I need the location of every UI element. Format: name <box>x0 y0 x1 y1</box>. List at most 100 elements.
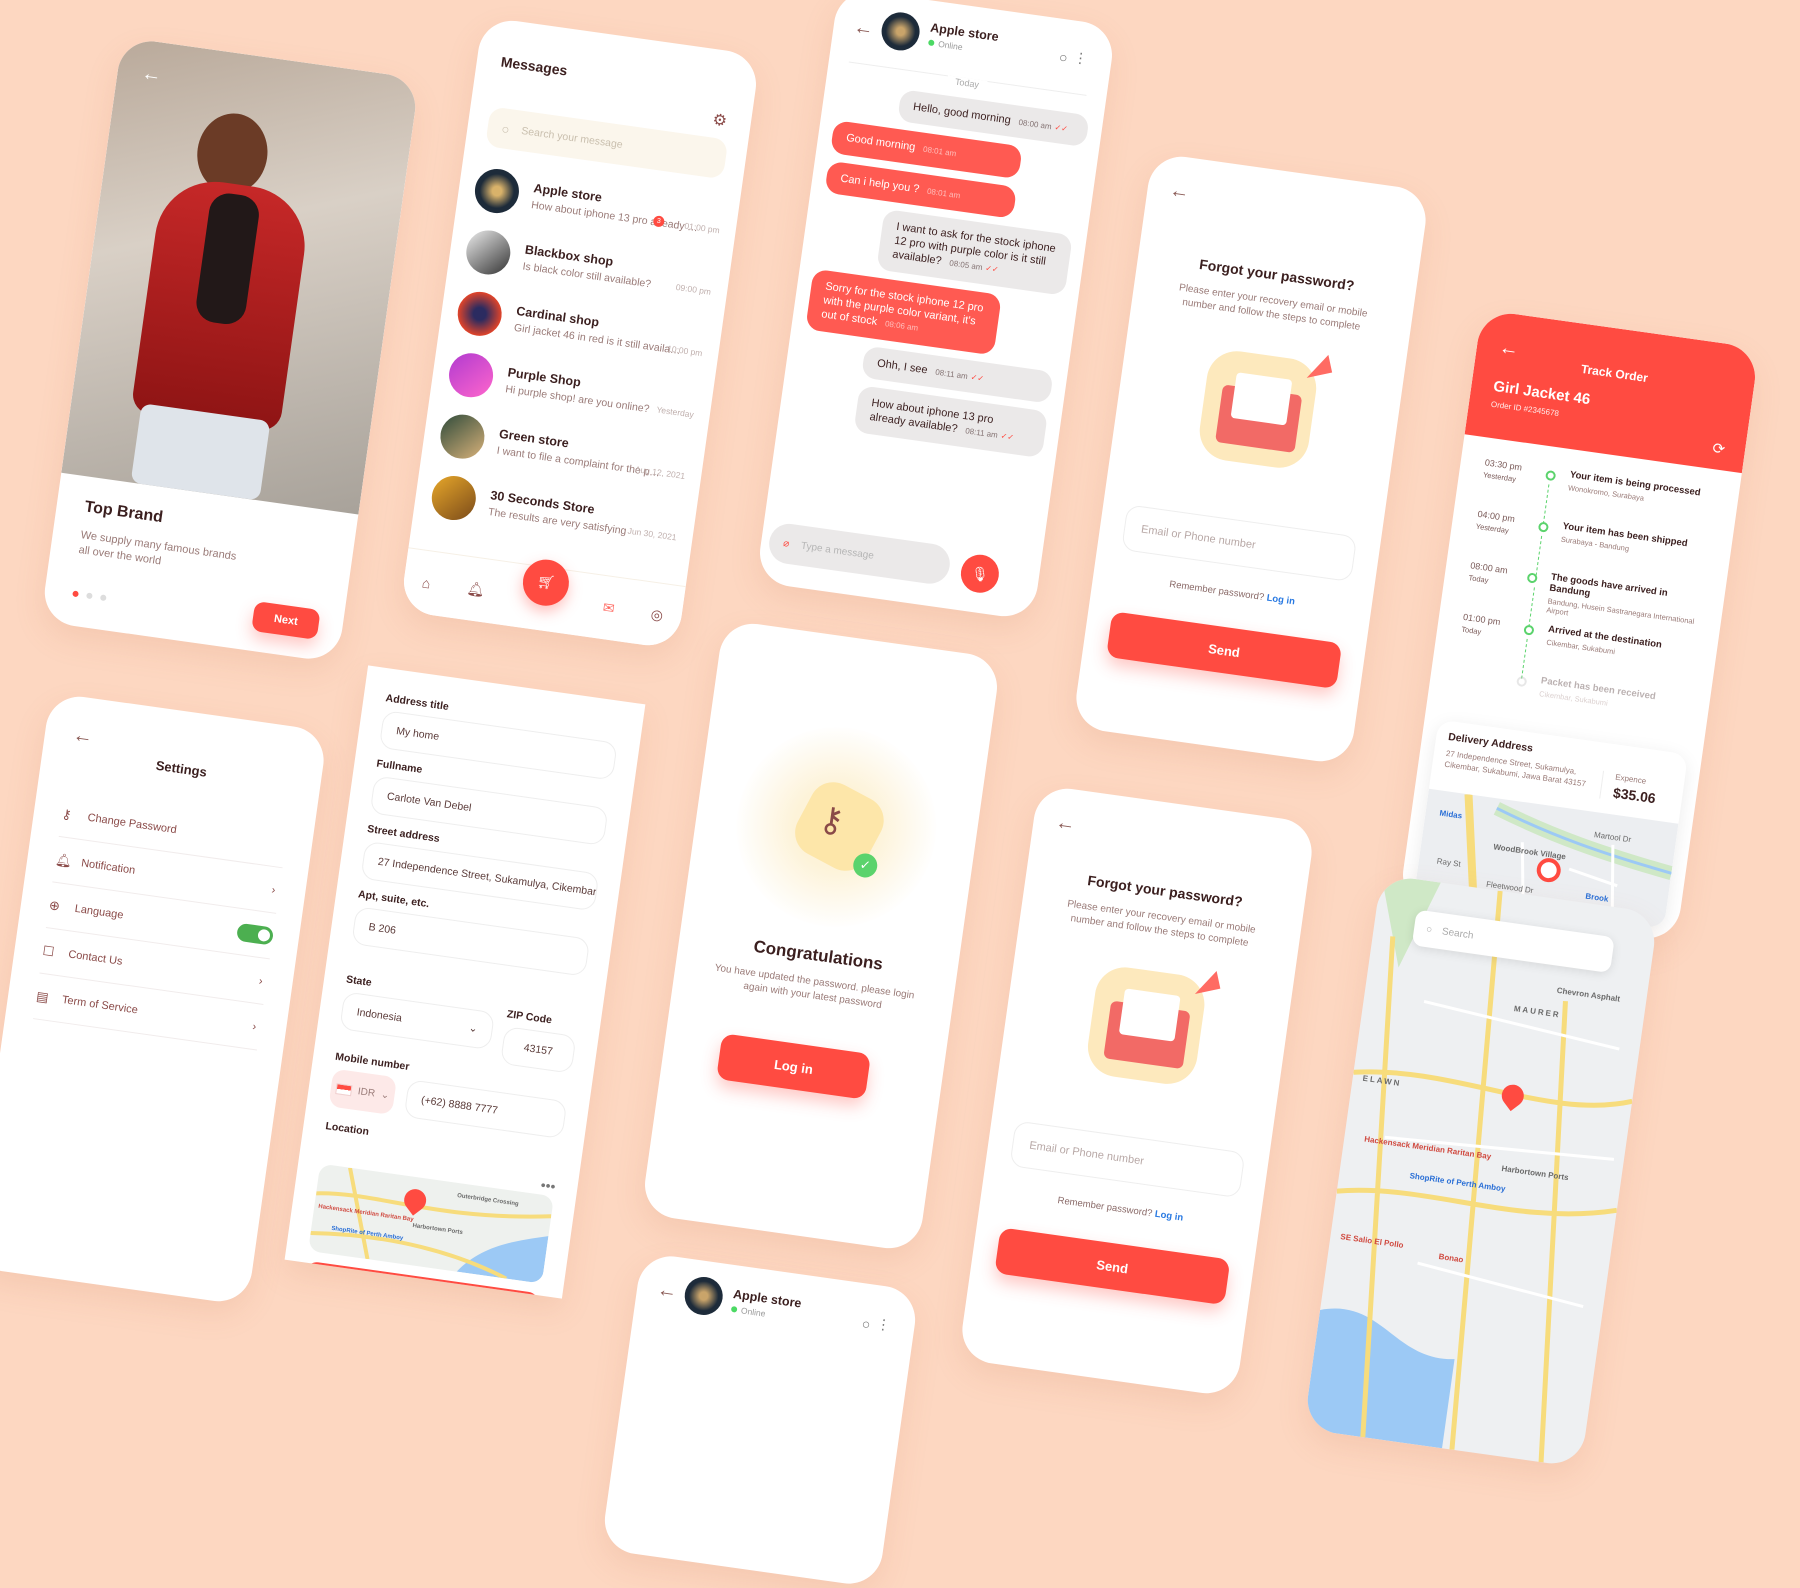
settings-item-label: Term of Service <box>61 993 139 1016</box>
message-text: Can i help you ? <box>839 172 921 196</box>
onboarding-screen: ← Top Brand We supply many famous brands… <box>40 36 420 664</box>
email-field[interactable]: Email or Phone number <box>1009 1120 1246 1199</box>
more-options-icon[interactable]: ••• <box>540 1177 557 1195</box>
zip-field[interactable]: 43157 <box>499 1026 577 1074</box>
send-button[interactable]: Send <box>994 1227 1231 1306</box>
message-time: 08:00 am <box>1017 117 1053 132</box>
settings-title: Settings <box>154 757 208 780</box>
message-time: 08:05 am <box>948 258 983 273</box>
login-link[interactable]: Log in <box>1154 1209 1184 1224</box>
congratulations-screen: ⚷ ✓ Congratulations You have updated the… <box>640 619 1002 1253</box>
conversation-text: Cardinal shop Girl jacket 46 in red is it… <box>513 304 686 357</box>
email-field[interactable]: Email or Phone number <box>1121 504 1358 583</box>
delivery-address: 27 Independence Street, Sukamulya, Cikem… <box>1443 748 1587 789</box>
gear-icon[interactable]: ⚙ <box>711 109 728 131</box>
more-options-icon[interactable]: ⋮ <box>875 1315 891 1334</box>
cart-button[interactable]: 🛒︎ <box>520 556 573 609</box>
login-link[interactable]: Log in <box>1266 593 1296 608</box>
timeline-dot-icon <box>1537 521 1550 533</box>
settings-screen: ← Settings ⚷ Change Password 🔔︎ Notificatio… <box>0 692 328 1306</box>
online-dot <box>927 39 935 47</box>
envelope-illustration <box>1189 342 1336 489</box>
shop-avatar <box>463 227 514 278</box>
settings-item-label: Language <box>74 902 125 922</box>
chat-messages: Hello, good morning 08:00 am ✓✓ Good mornin… <box>791 80 1090 465</box>
onboarding-title: Top Brand <box>83 498 164 527</box>
step-time: 04:00 pm Yesterday <box>1471 509 1536 569</box>
messages-title: Messages <box>499 53 569 79</box>
country-code-select[interactable]: IDR ⌄ <box>328 1068 398 1116</box>
step-time: 08:00 am Today <box>1464 560 1524 619</box>
expense-value: $35.06 <box>1612 784 1657 807</box>
shop-avatar <box>446 350 496 401</box>
settings-item-label: Notification <box>80 856 137 877</box>
message-text: Good morning <box>845 132 917 154</box>
send-button[interactable]: Send <box>1106 611 1343 690</box>
message-time: 08:11 am <box>964 426 999 441</box>
back-arrow-icon[interactable]: ← <box>656 1279 679 1305</box>
key-icon: ⚷ <box>60 805 73 822</box>
chevron-down-icon: ⌄ <box>467 1022 479 1036</box>
conversation-text: Purple Shop Hi purple shop! are you onlin… <box>505 365 678 418</box>
step-day: Yesterday <box>1475 521 1510 536</box>
page-dot-active[interactable] <box>72 590 79 598</box>
chevron-right-icon: › <box>251 1020 258 1033</box>
envelope-illustration <box>1077 958 1224 1105</box>
address-form: Address title My home Fullname Carlote Van … <box>351 682 621 977</box>
back-arrow-icon[interactable]: ← <box>1168 179 1191 205</box>
more-options-icon[interactable]: ⋮ <box>1072 49 1089 68</box>
conversation-text: Blackbox shop Is black color still availa… <box>522 243 695 296</box>
bottom-nav: ⌂ 🔔︎ 🛒︎ ✉ ◎ <box>399 547 686 650</box>
tracking-timeline: 03:30 pm Yesterday Your item is being proc… <box>1449 457 1723 748</box>
search-icon[interactable]: ○ <box>861 1315 872 1332</box>
double-check-icon: ✓✓ <box>1053 122 1069 134</box>
search-icon[interactable]: ○ <box>1058 49 1069 66</box>
page-dot[interactable] <box>86 592 93 600</box>
message-time: 08:01 am <box>926 186 961 200</box>
contact-icon: ☐ <box>41 942 56 959</box>
next-button[interactable]: Next <box>251 600 321 640</box>
search-icon: ○ <box>500 120 511 137</box>
attachment-icon[interactable]: ⌀ <box>782 538 790 550</box>
profile-icon[interactable]: ◎ <box>650 606 664 625</box>
chevron-right-icon: › <box>258 974 264 988</box>
globe-icon: ⊕ <box>48 896 62 914</box>
shop-avatar <box>428 473 479 523</box>
settings-list: ⚷ Change Password 🔔︎ Notification › ⊕ Language… <box>33 791 289 1051</box>
bell-icon[interactable]: 🔔︎ <box>466 580 486 599</box>
timeline-dot-icon <box>1526 572 1538 584</box>
map-screen[interactable]: ○ Search MAURER Chevron Asphalt ELAWN Ha… <box>1303 874 1659 1468</box>
indonesia-flag-icon <box>335 1082 353 1096</box>
timeline-dot-icon <box>1516 675 1528 688</box>
page-dot[interactable] <box>99 594 107 602</box>
mic-button[interactable]: 🎙︎ <box>958 552 1002 596</box>
step-day: Yesterday <box>1482 470 1517 484</box>
notification-toggle[interactable] <box>236 922 275 946</box>
refresh-icon[interactable]: ⟳ <box>1711 439 1726 459</box>
shop-avatar <box>454 289 505 339</box>
page-indicator[interactable] <box>72 590 107 602</box>
message-time: 08:06 am <box>884 319 919 334</box>
home-icon[interactable]: ⌂ <box>421 574 432 591</box>
message-input[interactable]: ⌀ Type a message <box>766 521 953 587</box>
mail-icon[interactable]: ✉ <box>602 599 616 617</box>
back-arrow-icon[interactable]: ← <box>852 16 875 42</box>
double-check-icon: ✓✓ <box>984 264 1000 275</box>
back-arrow-icon[interactable]: ← <box>1054 811 1077 837</box>
settings-item-label: Change Password <box>86 811 178 836</box>
chat-screen: ← Apple store Online ○ ⋮ Today Hello, go… <box>755 0 1117 621</box>
login-button[interactable]: Log in <box>716 1033 872 1100</box>
chevron-right-icon: › <box>270 883 277 896</box>
contact-avatar <box>879 9 923 53</box>
step-time: 03:30 pm Yesterday <box>1478 457 1543 517</box>
message-text: Ohh, I see <box>876 357 929 377</box>
track-order-screen: ← Track Order Girl Jacket 46 Order ID #2… <box>1398 309 1760 943</box>
remember-text: Remember password? <box>1056 1195 1154 1220</box>
forgot-password-screen: ← Forgot your password? Please enter you… <box>1072 152 1430 766</box>
online-dot <box>730 1305 738 1313</box>
conversation-list: Apple store How about iphone 13 pro alrea… <box>428 157 725 560</box>
step-time <box>1449 663 1514 723</box>
double-check-icon: ✓✓ <box>970 372 985 384</box>
conversation-text: Apple store How about iphone 13 pro alrea… <box>531 181 704 234</box>
back-arrow-icon[interactable]: ← <box>140 62 163 88</box>
